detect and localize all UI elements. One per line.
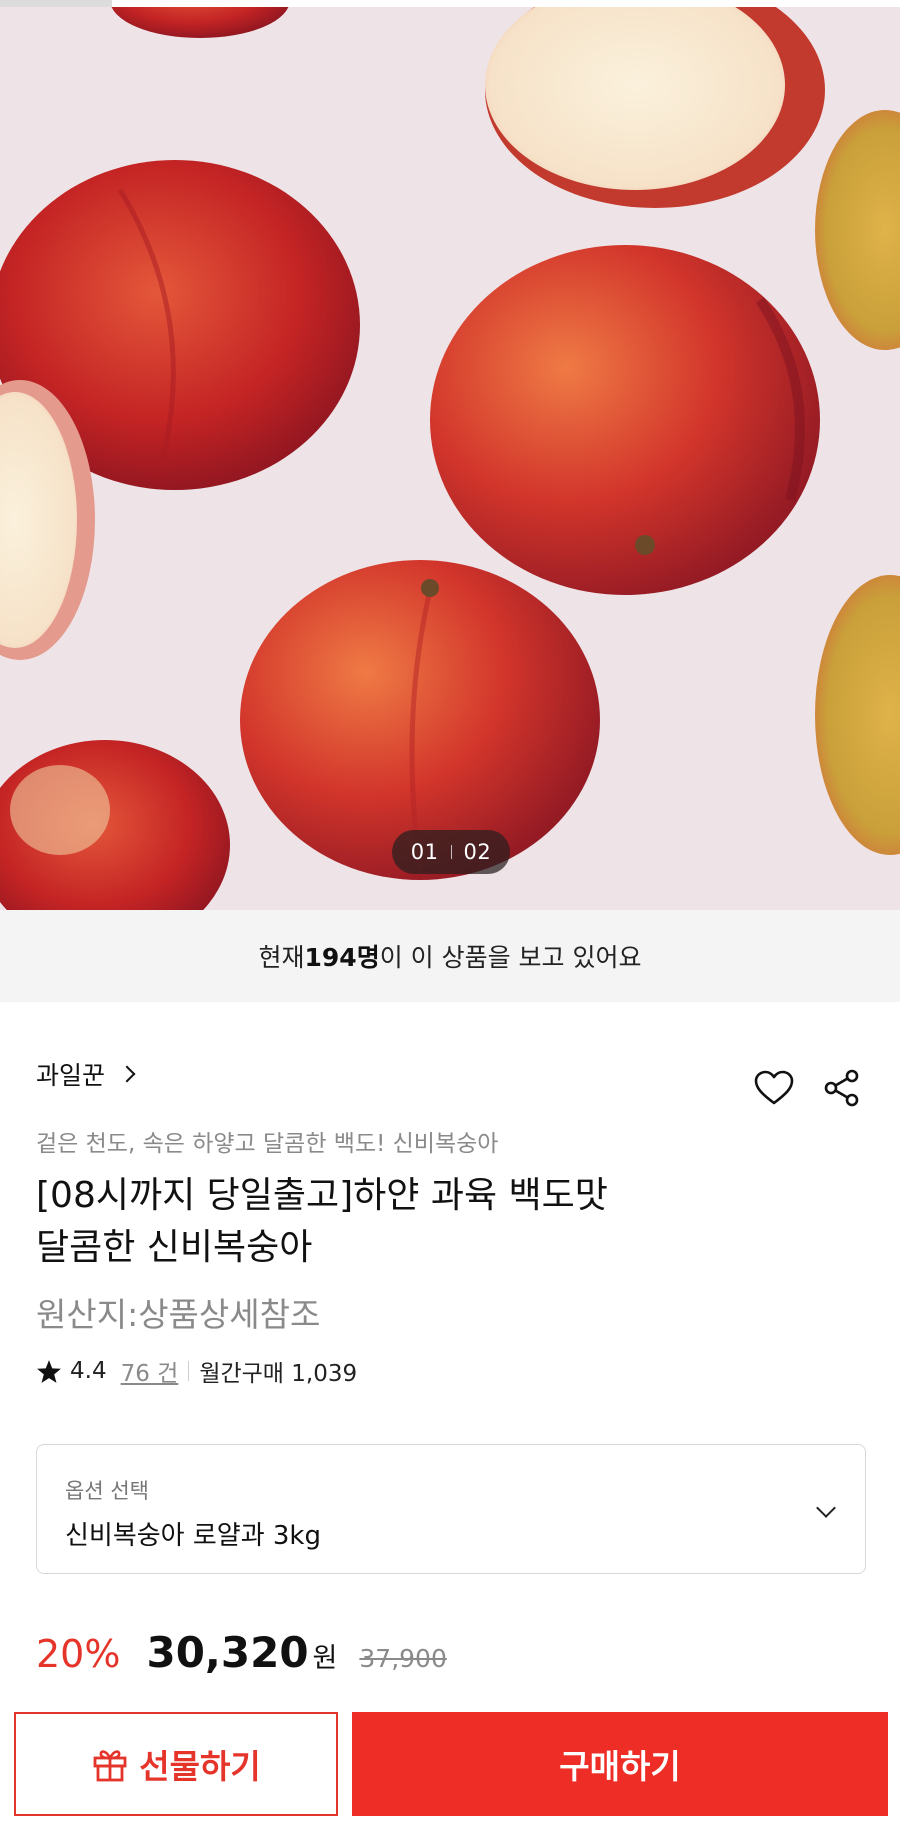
share-icon [824, 1069, 859, 1107]
product-actions [752, 1066, 864, 1110]
seller-name: 과일꾼 [36, 1061, 106, 1090]
share-button[interactable] [820, 1066, 864, 1110]
product-image-carousel[interactable]: 01 02 [0, 0, 900, 910]
product-origin: 원산지:상품상세참조 [36, 1295, 321, 1334]
buy-button-label: 구매하기 [559, 1747, 681, 1786]
rating-row: 4.4 76 건 월간구매 1,039 [36, 1354, 357, 1388]
price-row: 20% 30,320 원 37,900 [36, 1628, 447, 1677]
original-price: 37,900 [359, 1644, 447, 1673]
product-title-line1: [08시까지 당일출고]하얀 과육 백도맛 [36, 1175, 608, 1216]
product-subtitle: 겉은 천도, 속은 하얗고 달콤한 백도! 신비복숭아 [36, 1131, 499, 1157]
sale-price: 30,320 [146, 1628, 309, 1677]
chevron-right-icon [118, 1065, 136, 1083]
wishlist-button[interactable] [752, 1066, 796, 1110]
product-title: [08시까지 당일출고]하얀 과육 백도맛 달콤한 신비복숭아 [36, 1170, 756, 1274]
monthly-purchases: 월간구매 1,039 [199, 1361, 358, 1387]
discount-rate: 20% [36, 1632, 121, 1676]
star-icon [37, 1359, 61, 1383]
live-viewer-banner: 현재 194명 이 이 상품을 보고 있어요 [0, 910, 900, 1002]
seller-link[interactable]: 과일꾼 [36, 1056, 136, 1092]
product-photo [0, 0, 900, 910]
pager-current: 01 [410, 840, 439, 864]
viewer-count: 194명 [304, 943, 380, 972]
gift-button[interactable]: 선물하기 [14, 1712, 338, 1816]
image-pager: 01 02 [392, 830, 510, 874]
viewer-prefix: 현재 [258, 943, 305, 972]
option-label: 옵션 선택 [65, 1479, 149, 1503]
rating-divider [188, 1361, 190, 1381]
heart-icon [754, 1070, 794, 1105]
review-count-link[interactable]: 76 건 [121, 1354, 179, 1388]
currency-unit: 원 [312, 1643, 338, 1674]
viewer-suffix: 이 이 상품을 보고 있어요 [379, 943, 642, 972]
rating-score: 4.4 [70, 1358, 107, 1384]
pager-divider [450, 845, 452, 859]
option-selected-value: 신비복숭아 로얄과 3kg [65, 1521, 321, 1551]
option-select[interactable]: 옵션 선택 신비복숭아 로얄과 3kg [36, 1444, 866, 1574]
gift-icon [93, 1750, 127, 1782]
product-title-line2: 달콤한 신비복숭아 [36, 1227, 313, 1268]
chevron-down-icon [816, 1498, 836, 1518]
gift-button-label: 선물하기 [139, 1747, 261, 1786]
image-progress-indicator [0, 0, 900, 7]
buy-button[interactable]: 구매하기 [352, 1712, 888, 1816]
pager-total: 02 [463, 840, 492, 864]
